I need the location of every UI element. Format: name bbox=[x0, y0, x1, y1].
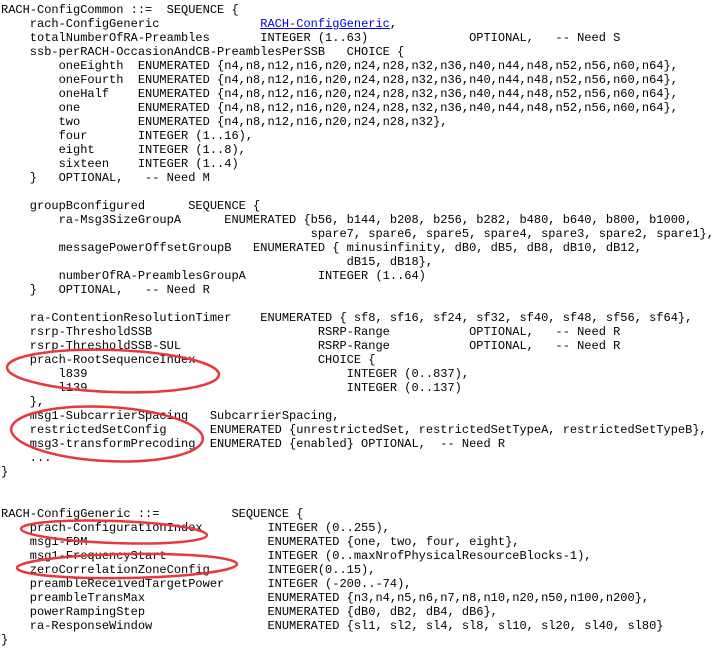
code-text: numberOfRA-PreamblesGroupA INTEGER (1..6… bbox=[1, 269, 426, 283]
code-line: oneFourth ENUMERATED {n4,n8,n12,n16,n20,… bbox=[1, 73, 714, 87]
code-line: four INTEGER (1..16), bbox=[1, 129, 714, 143]
code-text: preambleReceivedTargetPower INTEGER (-20… bbox=[1, 577, 412, 591]
code-line: ra-ContentionResolutionTimer ENUMERATED … bbox=[1, 311, 714, 325]
code-text: rach-ConfigGeneric bbox=[1, 17, 261, 31]
code-line: msg1-SubcarrierSpacing SubcarrierSpacing… bbox=[1, 409, 714, 423]
code-line: msg1-FrequencyStart INTEGER (0..maxNrofP… bbox=[1, 549, 714, 563]
code-line: }, bbox=[1, 395, 714, 409]
code-line: l139 INTEGER (0..137) bbox=[1, 381, 714, 395]
code-text: , bbox=[389, 17, 398, 31]
code-line: msg3-transformPrecoding ENUMERATED {enab… bbox=[1, 437, 714, 451]
code-line: sixteen INTEGER (1..4) bbox=[1, 157, 714, 171]
code-text: powerRampingStep ENUMERATED {dB0, dB2, d… bbox=[1, 605, 498, 619]
code-line: ra-Msg3SizeGroupA ENUMERATED {b56, b144,… bbox=[1, 213, 714, 227]
code-line: } bbox=[1, 633, 714, 647]
code-text: ssb-perRACH-OccasionAndCB-PreamblesPerSS… bbox=[1, 45, 405, 59]
code-line: rsrp-ThresholdSSB RSRP-Range OPTIONAL, -… bbox=[1, 325, 714, 339]
asn1-code-block: RACH-ConfigCommon ::= SEQUENCE { rach-Co… bbox=[1, 3, 714, 647]
code-text: } bbox=[1, 633, 9, 647]
code-line: one ENUMERATED {n4,n8,n12,n16,n20,n24,n2… bbox=[1, 101, 714, 115]
code-text: rsrp-ThresholdSSB-SUL RSRP-Range OPTIONA… bbox=[1, 339, 621, 353]
code-text: } bbox=[1, 465, 9, 479]
code-line: eight INTEGER (1..8), bbox=[1, 143, 714, 157]
code-text: sixteen INTEGER (1..4) bbox=[1, 157, 239, 171]
code-line: ssb-perRACH-OccasionAndCB-PreamblesPerSS… bbox=[1, 45, 714, 59]
code-text: RACH-ConfigGeneric ::= SEQUENCE { bbox=[1, 507, 304, 521]
code-text: }, bbox=[1, 395, 45, 409]
code-text: ra-Msg3SizeGroupA ENUMERATED {b56, b144,… bbox=[1, 213, 693, 227]
code-line: oneHalf ENUMERATED {n4,n8,n12,n16,n20,n2… bbox=[1, 87, 714, 101]
type-reference-link[interactable]: RACH-ConfigGeneric bbox=[260, 17, 390, 31]
code-line: } bbox=[1, 465, 714, 479]
code-text: msg3-transformPrecoding ENUMERATED {enab… bbox=[1, 437, 506, 451]
code-text: two ENUMERATED {n4,n8,n12,n16,n20,n24,n2… bbox=[1, 115, 448, 129]
code-text: dB15, dB18}, bbox=[1, 255, 434, 269]
code-text: oneEighth ENUMERATED {n4,n8,n12,n16,n20,… bbox=[1, 59, 678, 73]
code-line: RACH-ConfigCommon ::= SEQUENCE { bbox=[1, 3, 714, 17]
code-text: ra-ResponseWindow ENUMERATED {sl1, sl2, … bbox=[1, 619, 664, 633]
code-line: messagePowerOffsetGroupB ENUMERATED { mi… bbox=[1, 241, 714, 255]
code-line: } OPTIONAL, -- Need R bbox=[1, 283, 714, 297]
code-line: oneEighth ENUMERATED {n4,n8,n12,n16,n20,… bbox=[1, 59, 714, 73]
code-text: prach-RootSequenceIndex CHOICE { bbox=[1, 353, 376, 367]
code-line: groupBconfigured SEQUENCE { bbox=[1, 199, 714, 213]
code-text: ra-ContentionResolutionTimer ENUMERATED … bbox=[1, 311, 693, 325]
code-text: groupBconfigured SEQUENCE { bbox=[1, 199, 261, 213]
code-text: ... bbox=[1, 451, 52, 465]
code-text: prach-ConfigurationIndex INTEGER (0..255… bbox=[1, 521, 390, 535]
code-line: spare7, spare6, spare5, spare4, spare3, … bbox=[1, 227, 714, 241]
code-line: rach-ConfigGeneric RACH-ConfigGeneric, bbox=[1, 17, 714, 31]
code-text: messagePowerOffsetGroupB ENUMERATED { mi… bbox=[1, 241, 642, 255]
code-text: totalNumberOfRA-Preambles INTEGER (1..63… bbox=[1, 31, 621, 45]
code-line: powerRampingStep ENUMERATED {dB0, dB2, d… bbox=[1, 605, 714, 619]
code-text: oneFourth ENUMERATED {n4,n8,n12,n16,n20,… bbox=[1, 73, 678, 87]
code-line: ... bbox=[1, 451, 714, 465]
code-text: rsrp-ThresholdSSB RSRP-Range OPTIONAL, -… bbox=[1, 325, 621, 339]
code-text: eight INTEGER (1..8), bbox=[1, 143, 246, 157]
code-line: prach-RootSequenceIndex CHOICE { bbox=[1, 353, 714, 367]
code-line: zeroCorrelationZoneConfig INTEGER(0..15)… bbox=[1, 563, 714, 577]
code-text: RACH-ConfigCommon ::= SEQUENCE { bbox=[1, 3, 239, 17]
code-text: four INTEGER (1..16), bbox=[1, 129, 254, 143]
code-text: msg1-FrequencyStart INTEGER (0..maxNrofP… bbox=[1, 549, 592, 563]
code-line: l839 INTEGER (0..837), bbox=[1, 367, 714, 381]
code-line: } OPTIONAL, -- Need M bbox=[1, 171, 714, 185]
code-line: preambleReceivedTargetPower INTEGER (-20… bbox=[1, 577, 714, 591]
code-line: prach-ConfigurationIndex INTEGER (0..255… bbox=[1, 521, 714, 535]
code-line: numberOfRA-PreamblesGroupA INTEGER (1..6… bbox=[1, 269, 714, 283]
code-line: totalNumberOfRA-Preambles INTEGER (1..63… bbox=[1, 31, 714, 45]
code-line: rsrp-ThresholdSSB-SUL RSRP-Range OPTIONA… bbox=[1, 339, 714, 353]
code-text: spare7, spare6, spare5, spare4, spare3, … bbox=[1, 227, 714, 241]
code-text: } OPTIONAL, -- Need R bbox=[1, 283, 210, 297]
code-line: restrictedSetConfig ENUMERATED {unrestri… bbox=[1, 423, 714, 437]
code-text: l139 INTEGER (0..137) bbox=[1, 381, 462, 395]
code-text: msg1-SubcarrierSpacing SubcarrierSpacing… bbox=[1, 409, 340, 423]
code-line: preambleTransMax ENUMERATED {n3,n4,n5,n6… bbox=[1, 591, 714, 605]
code-text: msg1-FDM ENUMERATED {one, two, four, eig… bbox=[1, 535, 520, 549]
code-text: oneHalf ENUMERATED {n4,n8,n12,n16,n20,n2… bbox=[1, 87, 678, 101]
code-text: } OPTIONAL, -- Need M bbox=[1, 171, 210, 185]
code-line: msg1-FDM ENUMERATED {one, two, four, eig… bbox=[1, 535, 714, 549]
code-line: ra-ResponseWindow ENUMERATED {sl1, sl2, … bbox=[1, 619, 714, 633]
code-text: zeroCorrelationZoneConfig INTEGER(0..15)… bbox=[1, 563, 376, 577]
code-text: l839 INTEGER (0..837), bbox=[1, 367, 470, 381]
code-line: dB15, dB18}, bbox=[1, 255, 714, 269]
code-line: two ENUMERATED {n4,n8,n12,n16,n20,n24,n2… bbox=[1, 115, 714, 129]
code-text: one ENUMERATED {n4,n8,n12,n16,n20,n24,n2… bbox=[1, 101, 678, 115]
code-text: restrictedSetConfig ENUMERATED {unrestri… bbox=[1, 423, 707, 437]
code-line: RACH-ConfigGeneric ::= SEQUENCE { bbox=[1, 507, 714, 521]
code-text: preambleTransMax ENUMERATED {n3,n4,n5,n6… bbox=[1, 591, 650, 605]
